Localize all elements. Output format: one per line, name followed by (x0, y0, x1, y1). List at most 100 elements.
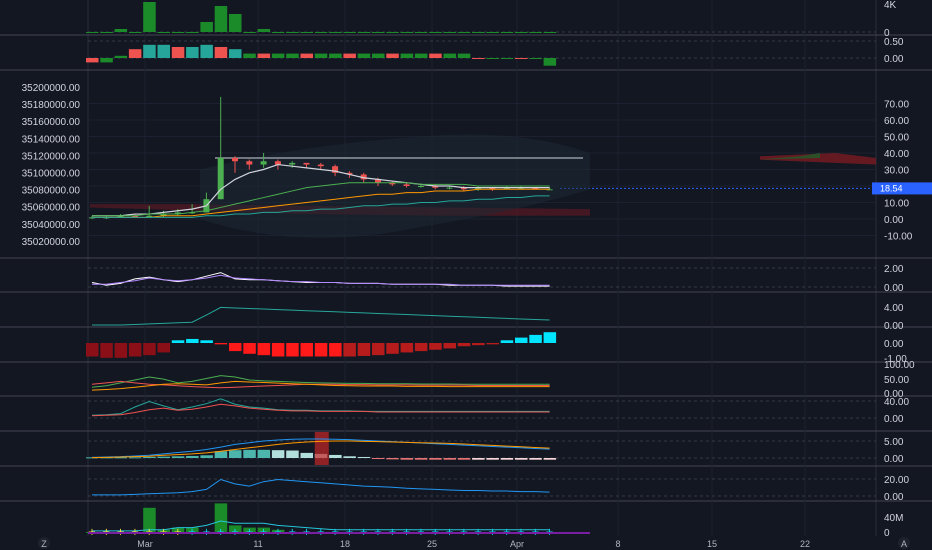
volume-bar[interactable] (457, 32, 471, 33)
volume-bar[interactable] (243, 32, 256, 33)
histogram3-bar[interactable] (486, 458, 499, 460)
histogram3-bar[interactable] (171, 456, 185, 458)
histogram3-bar[interactable] (257, 449, 271, 458)
histogram-bar[interactable] (529, 58, 542, 59)
candle-body[interactable] (317, 164, 324, 167)
macd-bar[interactable] (86, 343, 99, 357)
volume-bar[interactable] (500, 32, 514, 33)
histogram3-bar[interactable] (372, 458, 385, 460)
macd-bar[interactable] (472, 343, 485, 346)
histogram-bar[interactable] (186, 47, 199, 58)
macd-bar[interactable] (500, 340, 514, 343)
volume-bar[interactable] (157, 32, 171, 33)
histogram3-bar[interactable] (300, 452, 314, 458)
candle-body[interactable] (246, 161, 253, 165)
volume-bar[interactable] (372, 32, 385, 33)
macd-bar[interactable] (529, 334, 542, 343)
macd-bar[interactable] (271, 343, 285, 357)
histogram-bar[interactable] (515, 58, 528, 59)
chart-canvas[interactable]: +++++++++++++++++++++++++++++++++ 70.006… (0, 0, 932, 550)
candle-body[interactable] (417, 186, 424, 187)
histogram3-bar[interactable] (214, 451, 228, 458)
histogram-bar[interactable] (214, 47, 228, 58)
volume-bar[interactable] (200, 22, 213, 32)
macd-bar[interactable] (543, 332, 557, 343)
volume-bar[interactable] (300, 32, 314, 33)
histogram-bar[interactable] (286, 53, 299, 58)
volume-bar[interactable] (529, 32, 542, 33)
histogram3-bar[interactable] (186, 455, 199, 458)
histogram-bar[interactable] (314, 53, 328, 58)
histogram3-bar[interactable] (229, 450, 242, 458)
volume-bar[interactable] (271, 32, 285, 33)
macd-bar[interactable] (486, 343, 499, 345)
volume-bar[interactable] (357, 32, 371, 33)
volume-bar[interactable] (429, 32, 442, 33)
histogram-bar[interactable] (86, 58, 99, 63)
macd-bar[interactable] (357, 343, 371, 356)
histogram-bar[interactable] (400, 53, 414, 58)
macd-bar[interactable] (329, 343, 342, 357)
macd-bar[interactable] (457, 343, 471, 347)
volume-bar[interactable] (515, 32, 528, 33)
histogram-bar[interactable] (157, 44, 171, 58)
histogram3-bar[interactable] (128, 457, 142, 459)
histogram3-bar[interactable] (543, 458, 557, 460)
volume-bar[interactable] (443, 32, 457, 33)
histogram-bar[interactable] (271, 53, 285, 58)
volume-bar[interactable] (114, 29, 128, 32)
candle-body[interactable] (260, 161, 267, 165)
volume-bar[interactable] (472, 32, 485, 33)
candle-body[interactable] (232, 157, 238, 162)
histogram-bar[interactable] (357, 53, 371, 58)
histogram-bar[interactable] (386, 53, 399, 58)
histogram-bar[interactable] (443, 53, 457, 58)
histogram3-bar[interactable] (286, 450, 299, 458)
volume-bar[interactable] (229, 14, 242, 32)
candle-body[interactable] (403, 184, 410, 186)
macd-bar[interactable] (243, 343, 256, 354)
macd-bar[interactable] (186, 338, 199, 343)
histogram3-bar[interactable] (429, 458, 442, 460)
histogram3-bar[interactable] (271, 450, 285, 458)
histogram3-bar[interactable] (200, 455, 213, 458)
volume-bar[interactable] (171, 32, 185, 33)
histogram-bar[interactable] (229, 49, 242, 58)
histogram-bar[interactable] (329, 53, 342, 58)
histogram-bar[interactable] (486, 58, 499, 59)
volume-bar[interactable] (400, 32, 414, 33)
volume-bar[interactable] (257, 29, 271, 32)
macd-bar[interactable] (386, 343, 399, 354)
volume-bar[interactable] (214, 6, 228, 32)
time-axis[interactable]: Mar 11 18 25 Apr 8 15 22 Z A (0, 536, 932, 550)
macd-bar[interactable] (286, 343, 299, 357)
volume-bar[interactable] (329, 32, 342, 33)
histogram-bar[interactable] (472, 58, 485, 59)
volume-bar[interactable] (414, 32, 428, 33)
volume-bar[interactable] (186, 32, 199, 33)
candle-body[interactable] (446, 187, 453, 189)
histogram-bar[interactable] (414, 53, 428, 58)
histogram-bar[interactable] (300, 53, 314, 58)
macd-bar[interactable] (143, 343, 156, 356)
histogram3-bar[interactable] (357, 456, 371, 458)
volume-bar[interactable] (143, 2, 156, 32)
volume-bar[interactable] (543, 32, 557, 33)
macd-bar[interactable] (157, 343, 171, 353)
histogram-bar[interactable] (500, 58, 514, 59)
histogram-bar[interactable] (372, 53, 385, 58)
histogram3-bar[interactable] (329, 454, 342, 458)
histogram-bar[interactable] (200, 44, 213, 58)
macd-bar[interactable] (372, 343, 385, 356)
histogram3-bar[interactable] (243, 449, 256, 458)
macd-bar[interactable] (214, 343, 228, 345)
macd-bar[interactable] (343, 343, 356, 357)
histogram-bar[interactable] (171, 47, 185, 58)
volume-bar[interactable] (286, 32, 299, 33)
histogram-bar[interactable] (143, 44, 156, 58)
histogram-bar[interactable] (343, 53, 356, 58)
macd-bar[interactable] (229, 343, 242, 352)
histogram3-bar[interactable] (386, 458, 399, 460)
macd-bar[interactable] (314, 343, 328, 357)
macd-bar[interactable] (171, 340, 185, 343)
